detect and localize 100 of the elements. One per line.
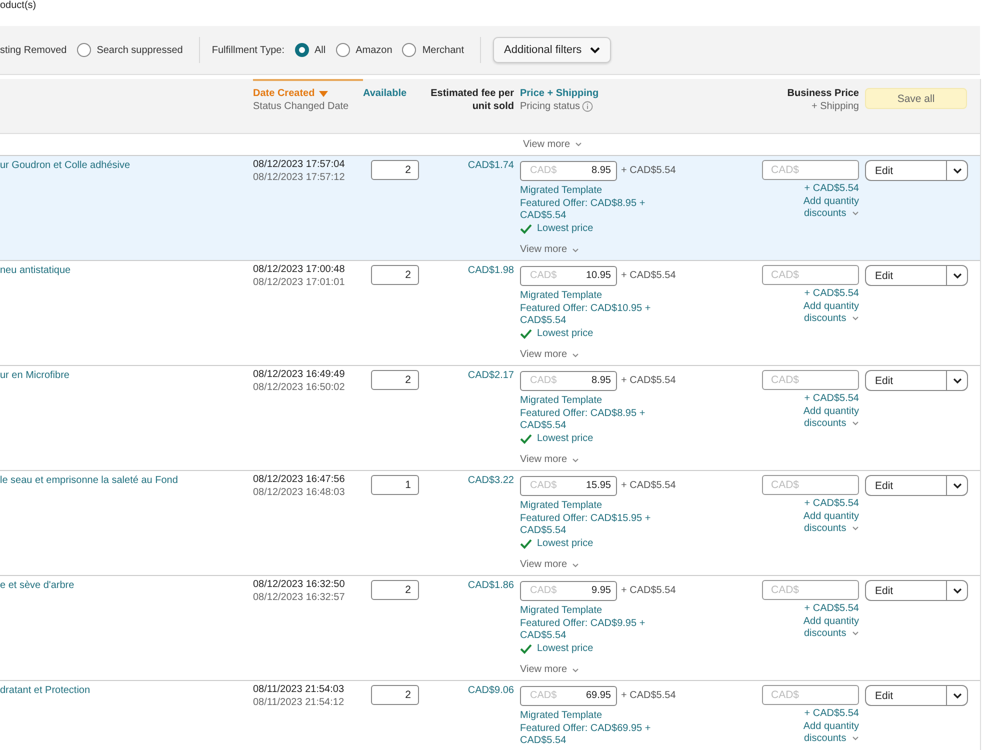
date-created: 08/12/2023 17:57:04 [253,159,346,172]
template-link[interactable]: Migrated Template [520,290,760,302]
radio-button[interactable] [76,43,91,57]
featured-offer-text: Featured Offer: CAD$8.95 + CAD$5.54 [520,408,646,432]
shipping-amount: + CAD$5.54 [621,374,676,388]
product-name-link[interactable]: neu antistatique [0,265,253,278]
view-more-link[interactable]: View more [523,139,582,150]
chevron-down-icon [852,316,859,321]
business-price-field[interactable]: CAD$ [762,580,859,600]
fulfillment-option-label[interactable]: All [314,44,326,56]
status-changed-date: 08/12/2023 16:50:02 [253,382,346,394]
business-price-field[interactable]: CAD$ [762,475,859,495]
fulfillment-option-label[interactable]: Amazon [356,44,392,56]
quantity-discounts-link[interactable]: Add quantity discounts [784,616,859,640]
dropdown-button[interactable] [946,475,968,496]
sorted-column-header[interactable]: Date Created Status Changed Date [253,79,363,133]
price-field[interactable]: CAD$ 9.95 [520,581,617,601]
chevron-down-icon [852,736,859,741]
price-field[interactable]: CAD$ 8.95 [520,371,617,391]
business-price-field[interactable]: CAD$ [762,160,859,180]
edit-button[interactable]: Edit [865,685,946,706]
radio-button[interactable] [294,43,308,57]
pricing-status: Lowest price [537,328,594,340]
fee-header: Estimated fee per unit sold [430,87,514,113]
chevron-down-icon [572,458,580,463]
price-field[interactable]: CAD$ 69.95 [520,686,617,706]
table-row[interactable]: dratant et Protection 08/11/2023 21:54:03 08/11/2023 21:54:12 2 CAD$9.06 CAD$ 69.95 + CAD$5.54 Migrated Template Featured Offer: CAD$69.95 + CAD$5.54 CAD$ + CAD$5.54 Add quantity discounts Edit [0,681,980,750]
view-more-link[interactable]: View more [520,244,760,256]
checkmark-icon [520,538,532,549]
edit-button[interactable]: Edit [865,265,946,286]
quantity-discounts-link[interactable]: Add quantity discounts [784,196,859,220]
info-icon[interactable] [582,101,594,112]
fee-amount: CAD$1.86 [468,580,514,592]
price-header[interactable]: Price + Shipping [520,87,760,100]
edit-button[interactable]: Edit [865,580,946,601]
quantity-field[interactable]: 2 [371,580,419,600]
edit-button[interactable]: Edit [865,475,946,496]
price-field[interactable]: CAD$ 10.95 [520,266,617,286]
quantity-discounts-link[interactable]: Add quantity discounts [784,720,859,746]
pricing-status: Lowest price [537,642,594,655]
status-changed-date: 08/12/2023 16:48:03 [253,486,346,499]
quantity-discounts-link[interactable]: Add quantity discounts [784,510,859,536]
business-price-field[interactable]: CAD$ [762,265,859,285]
fulfillment-option-label[interactable]: Merchant [422,44,464,56]
edit-button[interactable]: Edit [865,160,946,181]
template-link[interactable]: Migrated Template [520,500,760,512]
product-name-link[interactable]: dratant et Protection [0,685,253,698]
quantity-field[interactable]: 2 [371,265,419,285]
checkmark-icon [520,328,532,339]
chevron-down-icon [590,46,600,54]
available-header[interactable]: Available [363,87,425,100]
radio-button[interactable] [336,43,350,57]
currency-label: CAD$ [530,374,557,388]
business-price-field[interactable]: CAD$ [762,370,859,390]
currency-label: CAD$ [530,584,557,598]
shipping-amount: + CAD$5.54 [621,584,676,598]
quantity-discounts-link[interactable]: Add quantity discounts [784,300,859,326]
dropdown-button[interactable] [946,160,968,181]
radio-button[interactable] [402,43,416,57]
product-name-link[interactable]: e et sève d'arbre [0,580,253,592]
business-price-field[interactable]: CAD$ [762,685,859,705]
quantity-field[interactable]: 2 [371,160,419,180]
fee-amount: CAD$9.06 [468,685,514,698]
additional-filters-button[interactable]: Additional filters [493,37,611,63]
dropdown-button[interactable] [946,685,968,706]
view-more-link[interactable]: View more [520,454,760,466]
price-field[interactable]: CAD$ 15.95 [520,476,617,496]
shipping-amount: + CAD$5.54 [621,164,676,178]
status-filter-label[interactable]: Search suppressed [96,44,183,56]
quantity-field[interactable]: 1 [371,475,419,495]
view-more-link[interactable]: View more [520,559,760,572]
template-link[interactable]: Migrated Template [520,605,760,618]
product-name-link[interactable]: le seau et emprisonne la saleté au Fond [0,475,253,488]
featured-offer-text: Featured Offer: CAD$9.95 + CAD$5.54 [520,618,646,642]
dropdown-button[interactable] [946,370,968,391]
shipping-amount: + CAD$5.54 [621,480,676,492]
template-link[interactable]: Migrated Template [520,395,760,408]
template-link[interactable]: Migrated Template [520,710,760,722]
edit-button[interactable]: Edit [865,370,946,391]
chevron-down-icon [952,378,962,384]
chevron-down-icon [572,668,580,673]
status-filter-label[interactable]: sting Removed [0,44,67,56]
dropdown-button[interactable] [946,580,968,601]
currency-label: CAD$ [530,270,557,282]
quantity-discounts-link[interactable]: Add quantity discounts [784,406,859,430]
price-field[interactable]: CAD$ 8.95 [520,161,617,181]
template-link[interactable]: Migrated Template [520,185,760,198]
quantity-field[interactable]: 2 [371,370,419,390]
column-subheading: + Shipping [811,100,859,113]
product-name-link[interactable]: ur en Microfibre [0,370,253,382]
save-all-button[interactable]: Save all [865,88,967,109]
currency-label: CAD$ [530,690,557,702]
product-name-link[interactable]: ur Goudron et Colle adhésive [0,160,253,172]
dropdown-button[interactable] [946,265,968,286]
price-value: 10.95 [586,270,611,282]
quantity-field[interactable]: 2 [371,685,419,705]
view-more-link[interactable]: View more [520,349,760,362]
fee-amount: CAD$1.98 [468,265,514,278]
view-more-link[interactable]: View more [520,664,760,676]
chevron-down-icon [572,352,580,358]
